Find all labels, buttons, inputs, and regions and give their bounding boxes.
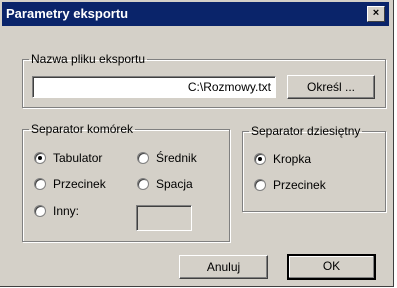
radio-przecinek-cell[interactable]: Przecinek	[34, 177, 106, 191]
radio-srednik-label: Średnik	[156, 151, 197, 165]
close-icon: ×	[372, 7, 380, 19]
cancel-button[interactable]: Anuluj	[179, 255, 268, 279]
radio-checked-icon	[34, 152, 46, 164]
radio-przecinek-decimal-label: Przecinek	[273, 178, 326, 192]
radio-spacja-label: Spacja	[156, 177, 193, 191]
radio-przecinek-cell-label: Przecinek	[53, 177, 106, 191]
radio-unchecked-icon	[137, 152, 149, 164]
radio-unchecked-icon	[34, 205, 46, 217]
other-separator-input[interactable]	[136, 205, 192, 231]
radio-srednik[interactable]: Średnik	[137, 151, 197, 165]
radio-tabulator[interactable]: Tabulator	[34, 151, 102, 165]
decimal-separator-group: Separator dziesiętny	[242, 124, 386, 212]
decimal-separator-legend: Separator dziesiętny	[251, 124, 361, 138]
ok-button[interactable]: OK	[287, 254, 376, 280]
radio-przecinek-decimal[interactable]: Przecinek	[254, 178, 326, 192]
radio-spacja[interactable]: Spacja	[137, 177, 193, 191]
cell-separator-legend: Separator komórek	[31, 122, 134, 136]
export-dialog: Parametry eksportu × Nazwa pliku eksport…	[0, 0, 394, 287]
radio-unchecked-icon	[34, 178, 46, 190]
export-file-input[interactable]: C:\Rozmowy.txt	[32, 76, 276, 98]
radio-checked-icon	[254, 153, 266, 165]
radio-unchecked-icon	[254, 179, 266, 191]
window-title: Parametry eksportu	[6, 6, 129, 21]
title-bar: Parametry eksportu ×	[2, 2, 389, 26]
radio-kropka-label: Kropka	[273, 152, 312, 166]
browse-button[interactable]: Określ ...	[287, 75, 375, 99]
radio-inny[interactable]: Inny:	[34, 204, 79, 218]
radio-kropka[interactable]: Kropka	[254, 152, 311, 166]
radio-tabulator-label: Tabulator	[53, 151, 103, 165]
radio-unchecked-icon	[137, 178, 149, 190]
close-button[interactable]: ×	[367, 6, 385, 22]
export-file-legend: Nazwa pliku eksportu	[31, 52, 146, 66]
radio-inny-label: Inny:	[53, 204, 80, 218]
